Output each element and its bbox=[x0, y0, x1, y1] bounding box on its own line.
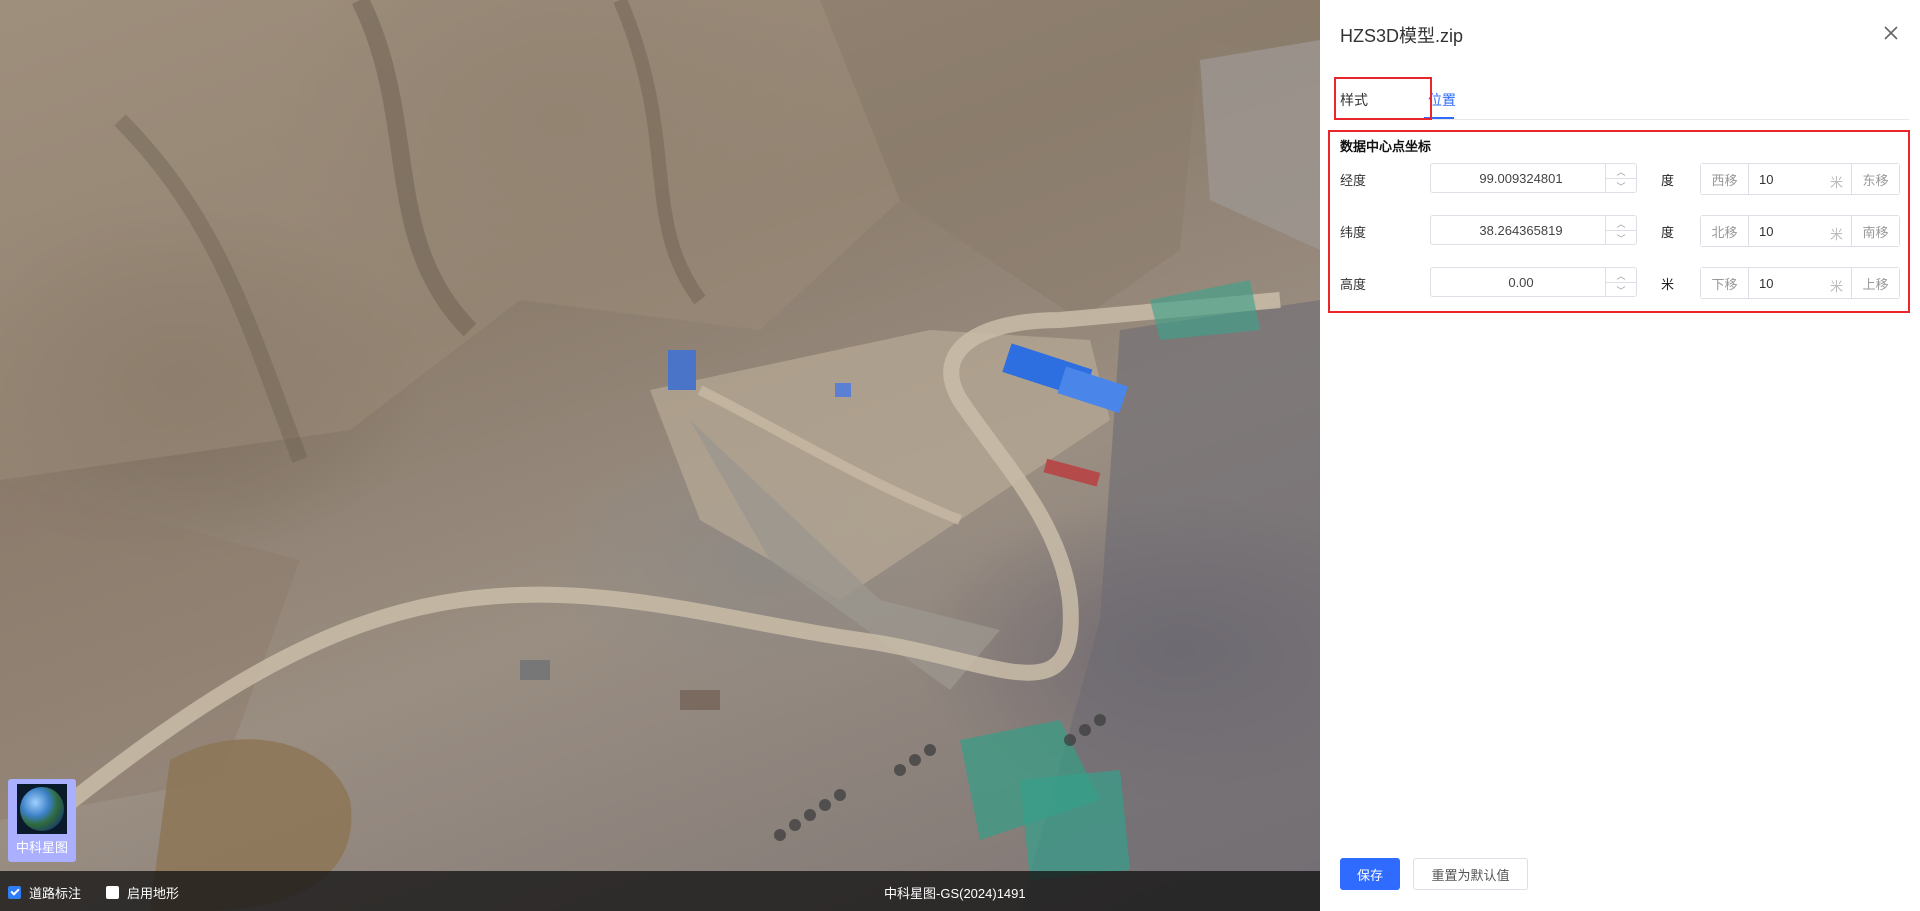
height-label: 高度 bbox=[1340, 277, 1367, 292]
tab-style[interactable]: 样式 bbox=[1340, 90, 1368, 110]
panel-title: HZS3D模型.zip bbox=[1340, 26, 1464, 46]
latitude-label: 纬度 bbox=[1340, 225, 1367, 240]
move-west-button[interactable]: 西移 bbox=[1701, 164, 1749, 194]
road-label-text: 道路标注 bbox=[29, 886, 82, 901]
move-south-button[interactable]: 南移 bbox=[1851, 216, 1899, 246]
terrain-checkbox[interactable]: 启用地形 bbox=[106, 883, 179, 902]
map-status-bar: 道路标注 启用地形 中科星图-GS(2024)1491 bbox=[0, 871, 1320, 911]
longitude-value: 99.009324801 bbox=[1479, 171, 1563, 186]
longitude-input[interactable]: 99.009324801 ︿ ﹀ bbox=[1430, 163, 1637, 193]
height-step-value: 10 bbox=[1759, 276, 1774, 291]
checkbox-checked-icon bbox=[8, 886, 21, 899]
longitude-unit: 度 bbox=[1661, 173, 1675, 188]
map-copyright: 中科星图-GS(2024)1491 bbox=[884, 886, 1026, 901]
longitude-stepper: ︿ ﹀ bbox=[1605, 164, 1636, 192]
chevron-down-icon[interactable]: ﹀ bbox=[1606, 282, 1636, 297]
move-up-button[interactable]: 上移 bbox=[1851, 268, 1899, 298]
height-stepper: ︿ ﹀ bbox=[1605, 268, 1636, 296]
checkbox-unchecked-icon bbox=[106, 886, 119, 899]
basemap-switcher[interactable]: 中科星图 bbox=[8, 779, 76, 862]
panel-tabs: 样式 位置 bbox=[1334, 75, 1909, 120]
height-row: 高度 0.00 ︿ ﹀ 米 下移 10 米 上移 bbox=[1320, 267, 1920, 299]
longitude-step-unit: 米 bbox=[1829, 175, 1843, 190]
longitude-offset-group: 西移 10 米 东移 bbox=[1700, 163, 1900, 195]
move-east-button[interactable]: 东移 bbox=[1851, 164, 1899, 194]
latitude-unit: 度 bbox=[1661, 225, 1675, 240]
save-button[interactable]: 保存 bbox=[1340, 858, 1400, 890]
chevron-up-icon[interactable]: ︿ bbox=[1606, 164, 1636, 178]
globe-icon bbox=[17, 784, 67, 834]
chevron-up-icon[interactable]: ︿ bbox=[1606, 268, 1636, 282]
longitude-step-value: 10 bbox=[1759, 172, 1774, 187]
road-label-checkbox[interactable]: 道路标注 bbox=[8, 883, 81, 902]
chevron-down-icon[interactable]: ﹀ bbox=[1606, 178, 1636, 193]
tab-position[interactable]: 位置 bbox=[1428, 90, 1456, 110]
move-north-button[interactable]: 北移 bbox=[1701, 216, 1749, 246]
basemap-label: 中科星图 bbox=[15, 840, 68, 855]
chevron-up-icon[interactable]: ︿ bbox=[1606, 216, 1636, 230]
latitude-stepper: ︿ ﹀ bbox=[1605, 216, 1636, 244]
longitude-step-input[interactable]: 10 米 bbox=[1749, 164, 1851, 194]
latitude-step-value: 10 bbox=[1759, 224, 1774, 239]
model-properties-panel: HZS3D模型.zip 样式 位置 数据中心点坐标 经度 99.00932480… bbox=[1320, 0, 1920, 911]
map-viewport[interactable]: 中科星图 道路标注 启用地形 中科星图-GS(2024)1491 bbox=[0, 0, 1320, 911]
longitude-row: 经度 99.009324801 ︿ ﹀ 度 西移 10 米 东移 bbox=[1320, 163, 1920, 195]
latitude-offset-group: 北移 10 米 南移 bbox=[1700, 215, 1900, 247]
height-unit: 米 bbox=[1661, 277, 1675, 292]
active-tab-indicator bbox=[1424, 117, 1454, 119]
aerial-terrain-image bbox=[0, 0, 1320, 911]
latitude-step-unit: 米 bbox=[1829, 227, 1843, 242]
longitude-label: 经度 bbox=[1340, 173, 1367, 188]
height-offset-group: 下移 10 米 上移 bbox=[1700, 267, 1900, 299]
height-input[interactable]: 0.00 ︿ ﹀ bbox=[1430, 267, 1637, 297]
latitude-value: 38.264365819 bbox=[1479, 223, 1563, 238]
height-value: 0.00 bbox=[1508, 275, 1534, 290]
latitude-input[interactable]: 38.264365819 ︿ ﹀ bbox=[1430, 215, 1637, 245]
latitude-row: 纬度 38.264365819 ︿ ﹀ 度 北移 10 米 南移 bbox=[1320, 215, 1920, 247]
latitude-step-input[interactable]: 10 米 bbox=[1749, 216, 1851, 246]
section-title: 数据中心点坐标 bbox=[1340, 139, 1432, 154]
reset-default-button[interactable]: 重置为默认值 bbox=[1413, 858, 1528, 890]
height-step-unit: 米 bbox=[1829, 279, 1843, 294]
height-step-input[interactable]: 10 米 bbox=[1749, 268, 1851, 298]
chevron-down-icon[interactable]: ﹀ bbox=[1606, 230, 1636, 245]
close-icon[interactable] bbox=[1882, 24, 1900, 42]
move-down-button[interactable]: 下移 bbox=[1701, 268, 1749, 298]
terrain-text: 启用地形 bbox=[127, 886, 180, 901]
